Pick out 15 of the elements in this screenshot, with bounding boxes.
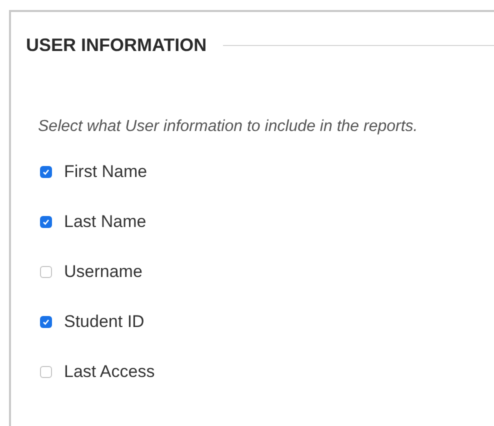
checkbox[interactable] <box>40 216 52 228</box>
checkbox[interactable] <box>40 316 52 328</box>
checkbox[interactable] <box>40 166 52 178</box>
option-label: Last Access <box>64 360 155 383</box>
option-label: First Name <box>64 160 148 183</box>
option-label: Username <box>64 260 142 283</box>
checkmark-icon <box>42 218 50 226</box>
checkmark-icon <box>42 318 50 326</box>
checkbox[interactable] <box>40 266 52 278</box>
checkbox[interactable] <box>40 366 52 378</box>
checkmark-icon <box>42 168 50 176</box>
option-label: Student ID <box>64 310 144 333</box>
instructions-text: Select what User information to include in the reports. <box>38 117 418 137</box>
section-title: USER INFORMATION <box>26 34 207 57</box>
option-label: Last Name <box>64 210 146 233</box>
